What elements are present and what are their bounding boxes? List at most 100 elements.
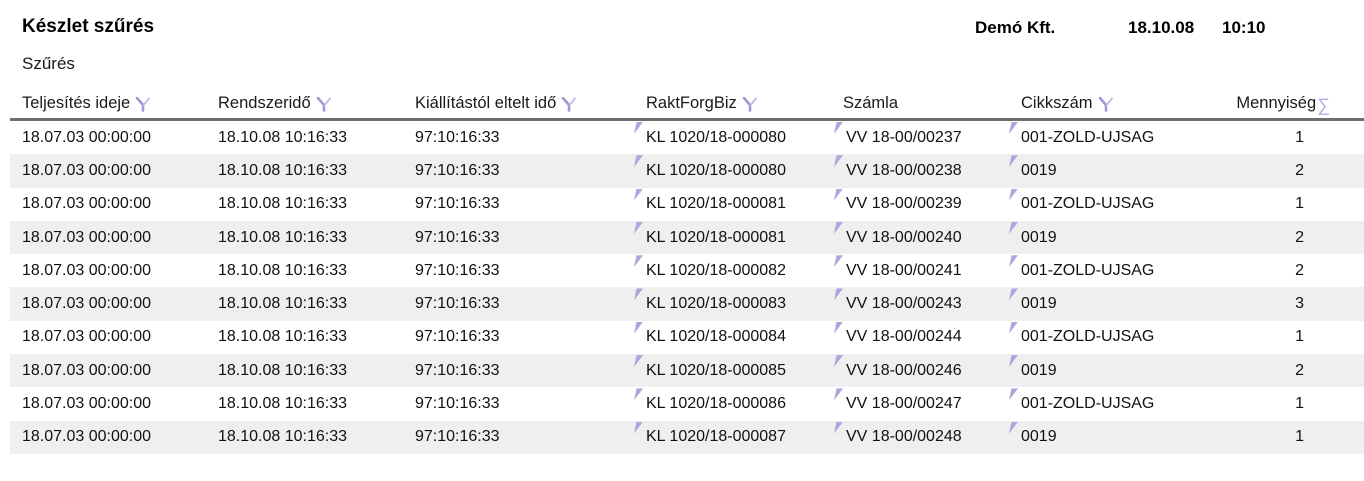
cell-szamla[interactable]: VV 18-00/00241 <box>830 254 1005 287</box>
table-row: 18.07.03 00:00:00 18.10.08 10:16:33 97:1… <box>10 121 1364 154</box>
cell-cikkszam[interactable]: 001-ZOLD-UJSAG <box>1005 188 1205 221</box>
cell-marker-icon[interactable] <box>834 388 843 401</box>
cell-marker-icon[interactable] <box>834 355 843 368</box>
cell-szamla[interactable]: VV 18-00/00246 <box>830 354 1005 387</box>
cell-raktforgbiz[interactable]: KL 1020/18-000082 <box>630 254 830 287</box>
column-header-rendszerido[interactable]: Rendszeridő <box>196 94 392 118</box>
cell-szamla[interactable]: VV 18-00/00248 <box>830 421 1005 454</box>
table-row: 18.07.03 00:00:00 18.10.08 10:16:33 97:1… <box>10 420 1364 454</box>
cell-marker-icon[interactable] <box>634 321 643 334</box>
column-header-kiallitastol-eltelt-ido[interactable]: Kiállítástól eltelt idő <box>392 94 630 118</box>
table-row: 18.07.03 00:00:00 18.10.08 10:16:33 97:1… <box>10 254 1364 287</box>
cell-mennyiseg: 1 <box>1295 428 1304 446</box>
cell-raktforgbiz[interactable]: KL 1020/18-000084 <box>630 321 830 354</box>
cell-raktforgbiz[interactable]: KL 1020/18-000080 <box>630 154 830 187</box>
cell-marker-icon[interactable] <box>1009 388 1018 401</box>
table-body: 18.07.03 00:00:00 18.10.08 10:16:33 97:1… <box>0 121 1364 454</box>
cell-rendszerido: 18.10.08 10:16:33 <box>218 328 348 346</box>
sum-sigma-icon[interactable]: ∑ <box>1317 96 1330 114</box>
cell-marker-icon[interactable] <box>634 255 643 268</box>
cell-rendszerido: 18.10.08 10:16:33 <box>218 195 348 213</box>
cell-mennyiseg: 3 <box>1295 295 1304 313</box>
cell-mennyiseg: 2 <box>1295 161 1304 179</box>
cell-raktforgbiz[interactable]: KL 1020/18-000080 <box>630 121 830 154</box>
cell-mennyiseg: 1 <box>1295 328 1304 346</box>
cell-marker-icon[interactable] <box>634 188 643 201</box>
table-row: 18.07.03 00:00:00 18.10.08 10:16:33 97:1… <box>10 188 1364 221</box>
cell-marker-icon[interactable] <box>834 221 843 234</box>
cell-szamla[interactable]: VV 18-00/00247 <box>830 387 1005 420</box>
cell-szamla[interactable]: VV 18-00/00238 <box>830 154 1005 187</box>
cell-raktforgbiz[interactable]: KL 1020/18-000087 <box>630 421 830 454</box>
cell-marker-icon[interactable] <box>834 188 843 201</box>
cell-marker-icon[interactable] <box>834 288 843 301</box>
cell-marker-icon[interactable] <box>834 321 843 334</box>
cell-szamla[interactable]: VV 18-00/00244 <box>830 321 1005 354</box>
cell-marker-icon[interactable] <box>634 421 643 434</box>
cell-marker-icon[interactable] <box>1009 355 1018 368</box>
page-title: Készlet szűrés <box>22 16 155 37</box>
cell-raktforgbiz[interactable]: KL 1020/18-000086 <box>630 387 830 420</box>
cell-rendszerido: 18.10.08 10:16:33 <box>218 228 348 246</box>
cell-marker-icon[interactable] <box>1009 255 1018 268</box>
cell-cikkszam[interactable]: 0019 <box>1005 154 1205 187</box>
column-header-raktforgbiz[interactable]: RaktForgBiz <box>630 94 830 118</box>
cell-eltelt-ido: 97:10:16:33 <box>415 161 500 179</box>
cell-marker-icon[interactable] <box>1009 421 1018 434</box>
cell-raktforgbiz[interactable]: KL 1020/18-000081 <box>630 188 830 221</box>
cell-marker-icon[interactable] <box>1009 122 1018 134</box>
filter-icon[interactable] <box>561 97 577 112</box>
filter-icon[interactable] <box>316 97 332 112</box>
cell-marker-icon[interactable] <box>834 255 843 268</box>
cell-marker-icon[interactable] <box>1009 188 1018 201</box>
cell-marker-icon[interactable] <box>634 288 643 301</box>
cell-cikkszam[interactable]: 0019 <box>1005 354 1205 387</box>
cell-raktforgbiz[interactable]: KL 1020/18-000085 <box>630 354 830 387</box>
cell-cikkszam[interactable]: 0019 <box>1005 221 1205 254</box>
cell-marker-icon[interactable] <box>1009 155 1018 168</box>
cell-cikkszam[interactable]: 0019 <box>1005 421 1205 454</box>
cell-rendszerido: 18.10.08 10:16:33 <box>218 428 348 446</box>
cell-cikkszam[interactable]: 001-ZOLD-UJSAG <box>1005 254 1205 287</box>
cell-marker-icon[interactable] <box>834 122 843 134</box>
cell-cikkszam[interactable]: 0019 <box>1005 287 1205 320</box>
column-header-teljesites-ideje[interactable]: Teljesítés ideje <box>10 94 196 118</box>
cell-mennyiseg: 2 <box>1295 228 1304 246</box>
cell-marker-icon[interactable] <box>834 421 843 434</box>
cell-raktforgbiz[interactable]: KL 1020/18-000081 <box>630 221 830 254</box>
table-row: 18.07.03 00:00:00 18.10.08 10:16:33 97:1… <box>10 154 1364 188</box>
cell-szamla[interactable]: VV 18-00/00243 <box>830 287 1005 320</box>
column-header-mennyiseg[interactable]: Mennyiség ∑ <box>1205 94 1364 118</box>
cell-marker-icon[interactable] <box>834 155 843 168</box>
filter-section-label: Szűrés <box>22 54 75 73</box>
cell-teljesites-ideje: 18.07.03 00:00:00 <box>22 428 152 446</box>
table-header-row: Teljesítés ideje Rendszeridő Kiállítástó… <box>10 80 1364 118</box>
cell-marker-icon[interactable] <box>634 122 643 134</box>
cell-cikkszam[interactable]: 001-ZOLD-UJSAG <box>1005 121 1205 154</box>
cell-marker-icon[interactable] <box>634 355 643 368</box>
cell-raktforgbiz[interactable]: KL 1020/18-000083 <box>630 287 830 320</box>
cell-cikkszam[interactable]: 001-ZOLD-UJSAG <box>1005 321 1205 354</box>
filter-icon[interactable] <box>1098 97 1114 112</box>
cell-mennyiseg: 1 <box>1295 395 1304 413</box>
cell-szamla[interactable]: VV 18-00/00239 <box>830 188 1005 221</box>
cell-teljesites-ideje: 18.07.03 00:00:00 <box>22 395 152 413</box>
column-header-label: RaktForgBiz <box>646 94 737 112</box>
cell-marker-icon[interactable] <box>1009 321 1018 334</box>
cell-marker-icon[interactable] <box>1009 288 1018 301</box>
column-header-label: Számla <box>843 94 899 112</box>
cell-marker-icon[interactable] <box>1009 221 1018 234</box>
cell-marker-icon[interactable] <box>634 221 643 234</box>
cell-szamla[interactable]: VV 18-00/00240 <box>830 221 1005 254</box>
cell-szamla[interactable]: VV 18-00/00237 <box>830 121 1005 154</box>
cell-marker-icon[interactable] <box>634 388 643 401</box>
report-page: Készlet szűrés Demó Kft. 18.10.08 10:10 … <box>0 16 1364 481</box>
cell-rendszerido: 18.10.08 10:16:33 <box>218 161 348 179</box>
filter-icon[interactable] <box>742 97 758 112</box>
column-header-cikkszam[interactable]: Cikkszám <box>1005 94 1205 118</box>
filter-icon[interactable] <box>135 97 151 112</box>
column-header-label: Teljesítés ideje <box>22 94 131 112</box>
cell-cikkszam[interactable]: 001-ZOLD-UJSAG <box>1005 387 1205 420</box>
cell-rendszerido: 18.10.08 10:16:33 <box>218 295 348 313</box>
cell-marker-icon[interactable] <box>634 155 643 168</box>
